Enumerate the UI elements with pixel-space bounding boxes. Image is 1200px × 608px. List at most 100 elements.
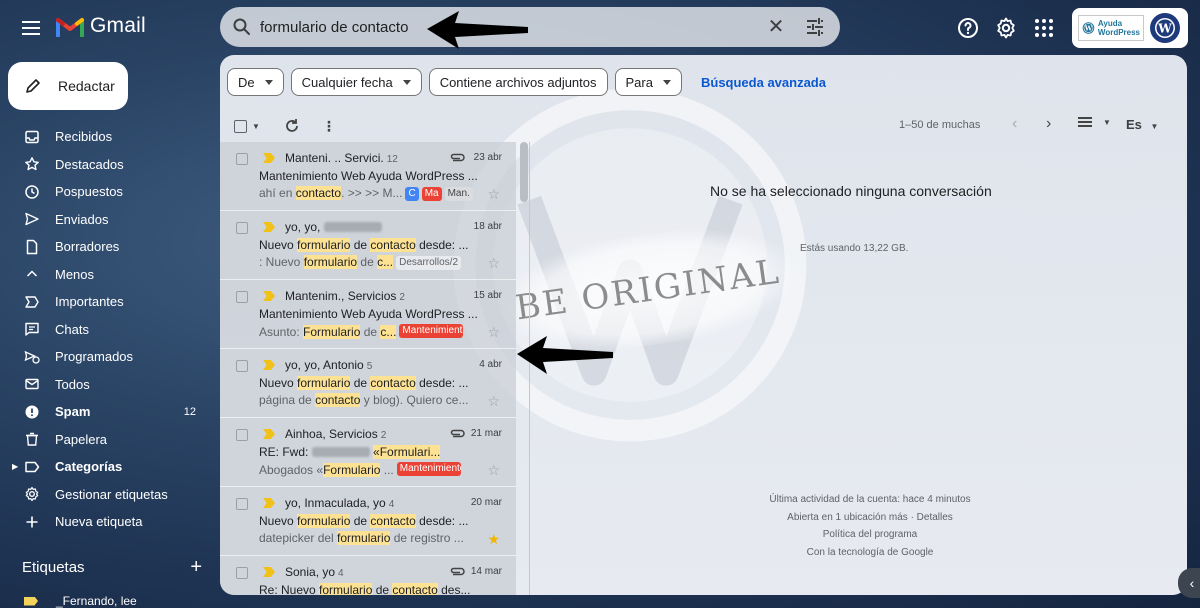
attachment-icon (450, 429, 465, 438)
select-all-checkbox[interactable] (234, 119, 247, 133)
table-row[interactable]: yo, Inmaculada, yo 4 20 mar Nuevo formulari… (220, 487, 516, 556)
organization-badge[interactable]: W Ayuda WordPress (1078, 15, 1144, 41)
sidebar-item-label: Enviados (55, 211, 109, 227)
message-snippet: : Nuevo formulario de c... Desarrollos/2 (259, 255, 462, 270)
label-chip[interactable]: Man. (444, 187, 473, 201)
important-marker-icon[interactable] (263, 567, 275, 577)
sender-names: yo, yo, Antonio 5 (285, 358, 372, 372)
filter-from-chip[interactable]: De (227, 68, 284, 96)
sidebar-item-importantes[interactable]: Importantes (0, 288, 210, 316)
subject-part: de (350, 514, 371, 528)
label-chip[interactable]: Mantenimiento (396, 462, 461, 476)
side-panel-toggle-icon[interactable]: ‹ (1178, 568, 1200, 598)
sidebar-item-gestionar-etiquetas[interactable]: Gestionar etiquetas (0, 481, 210, 509)
more-options-icon[interactable]: ⋮ (322, 118, 336, 135)
program-policy-link[interactable]: Política del programa (720, 526, 1020, 544)
row-checkbox[interactable] (236, 498, 248, 510)
sidebar-item-pospuestos[interactable]: Pospuestos (0, 178, 210, 206)
wordpress-logo-icon: W (1082, 22, 1095, 34)
avatar[interactable]: W (1150, 13, 1180, 43)
main-menu-icon[interactable] (16, 14, 46, 42)
filter-to-chip[interactable]: Para (614, 68, 682, 96)
table-row[interactable]: Mantenim., Servicios 2 15 abr Mantenimiento… (220, 280, 516, 349)
table-row[interactable]: yo, yo, Antonio 5 4 abr Nuevo formulario de… (220, 349, 516, 418)
row-checkbox[interactable] (236, 360, 248, 372)
previous-page-icon[interactable]: ‹ (1012, 115, 1017, 133)
add-label-icon[interactable]: + (190, 557, 202, 577)
help-icon[interactable] (956, 16, 980, 40)
important-marker-icon[interactable] (263, 153, 275, 163)
star-icon[interactable]: ☆ (487, 186, 500, 203)
subject-highlight: contacto (370, 514, 416, 528)
important-marker-icon[interactable] (263, 498, 275, 508)
star-icon[interactable]: ★ (487, 531, 500, 548)
row-checkbox[interactable] (236, 222, 248, 234)
star-icon[interactable]: ☆ (487, 324, 500, 341)
sidebar-item-label: Spam (55, 404, 91, 420)
sidebar-item-destacados[interactable]: Destacados (0, 151, 210, 179)
important-marker-icon[interactable] (263, 222, 275, 232)
clock-icon (25, 185, 39, 199)
details-link[interactable]: Abierta en 1 ubicación más · Detalles (720, 509, 1020, 527)
search-icon[interactable] (232, 17, 252, 37)
account-switcher[interactable]: W Ayuda WordPress W (1072, 8, 1188, 48)
app-name: Gmail (90, 14, 146, 37)
row-checkbox[interactable] (236, 291, 248, 303)
table-row[interactable]: Sonia, yo 4 14 mar Re: Nuevo formulario de … (220, 556, 516, 595)
snippet-part: página de (259, 393, 316, 407)
sidebar-item-label: Destacados (55, 156, 124, 172)
row-checkbox[interactable] (236, 429, 248, 441)
input-tools-toggle[interactable]: Es ▼ (1126, 117, 1158, 132)
sidebar-item-chats[interactable]: Chats (0, 316, 210, 344)
search-bar[interactable]: formulario de contacto ✕ (220, 7, 840, 47)
row-checkbox[interactable] (236, 567, 248, 579)
pagination-text: 1–50 de muchas (899, 119, 981, 131)
sidebar-item-label: Importantes (55, 294, 124, 310)
sidebar-item-enviados[interactable]: Enviados (0, 206, 210, 234)
important-marker-icon[interactable] (263, 291, 275, 301)
sidebar-item-papelera[interactable]: Papelera (0, 426, 210, 454)
clear-search-icon[interactable]: ✕ (766, 17, 786, 37)
star-icon[interactable]: ☆ (487, 393, 500, 410)
message-date: 21 mar (470, 428, 502, 439)
sidebar-item-borradores[interactable]: Borradores (0, 233, 210, 261)
next-page-icon[interactable]: › (1046, 115, 1051, 133)
table-row[interactable]: Manteni. .. Servici. 12 23 abr Mantenimient… (220, 142, 516, 211)
label-chip[interactable]: C (405, 187, 419, 201)
subject-text: Mantenimiento Web Ayuda WordPress ... (259, 169, 478, 183)
gear-icon[interactable] (994, 16, 1018, 40)
important-marker-icon[interactable] (263, 429, 275, 439)
advanced-search-link[interactable]: Búsqueda avanzada (701, 75, 826, 90)
expand-caret-icon[interactable]: ▶ (12, 462, 18, 471)
filter-attachments-chip[interactable]: Contiene archivos adjuntos (428, 68, 608, 96)
list-scrollbar[interactable] (520, 142, 528, 202)
table-row[interactable]: yo, yo, 18 abr Nuevo formulario de contac… (220, 211, 516, 280)
sidebar-item-programados[interactable]: Programados (0, 343, 210, 371)
send-icon (25, 213, 39, 226)
sidebar-item-todos[interactable]: Todos (0, 371, 210, 399)
sidebar-item-nueva-etiqueta[interactable]: Nueva etiqueta (0, 508, 210, 536)
compose-button[interactable]: Redactar (8, 62, 128, 110)
gmail-logo[interactable]: Gmail (56, 14, 146, 38)
label-chip[interactable]: Mantenimiento (399, 324, 464, 338)
apps-grid-icon[interactable] (1032, 16, 1056, 40)
sidebar-label-item[interactable]: _Fernando, lee (24, 594, 137, 608)
star-icon[interactable]: ☆ (487, 255, 500, 272)
row-checkbox[interactable] (236, 153, 248, 165)
select-dropdown-icon[interactable]: ▼ (252, 122, 260, 131)
sidebar-item-menos[interactable]: Menos (0, 261, 210, 289)
important-marker-icon[interactable] (263, 360, 275, 370)
sidebar-item-categorías[interactable]: ▶ Categorías (0, 453, 210, 481)
refresh-icon[interactable] (284, 118, 300, 134)
star-icon[interactable]: ☆ (487, 462, 500, 479)
sidebar-item-spam[interactable]: Spam 12 (0, 398, 210, 426)
message-date: 18 abr (473, 221, 502, 232)
split-pane-toggle[interactable]: ▼ (1078, 117, 1111, 127)
filter-date-chip[interactable]: Cualquier fecha (290, 68, 422, 96)
label-chip[interactable]: Desarrollos/2 (396, 256, 462, 270)
subject-part: Nuevo (259, 238, 298, 252)
label-chip[interactable]: Ma (421, 187, 442, 201)
sidebar-item-recibidos[interactable]: Recibidos (0, 123, 210, 151)
search-options-icon[interactable] (804, 17, 826, 37)
table-row[interactable]: Ainhoa, Servicios 2 21 mar RE: Fwd: «Formul… (220, 418, 516, 487)
